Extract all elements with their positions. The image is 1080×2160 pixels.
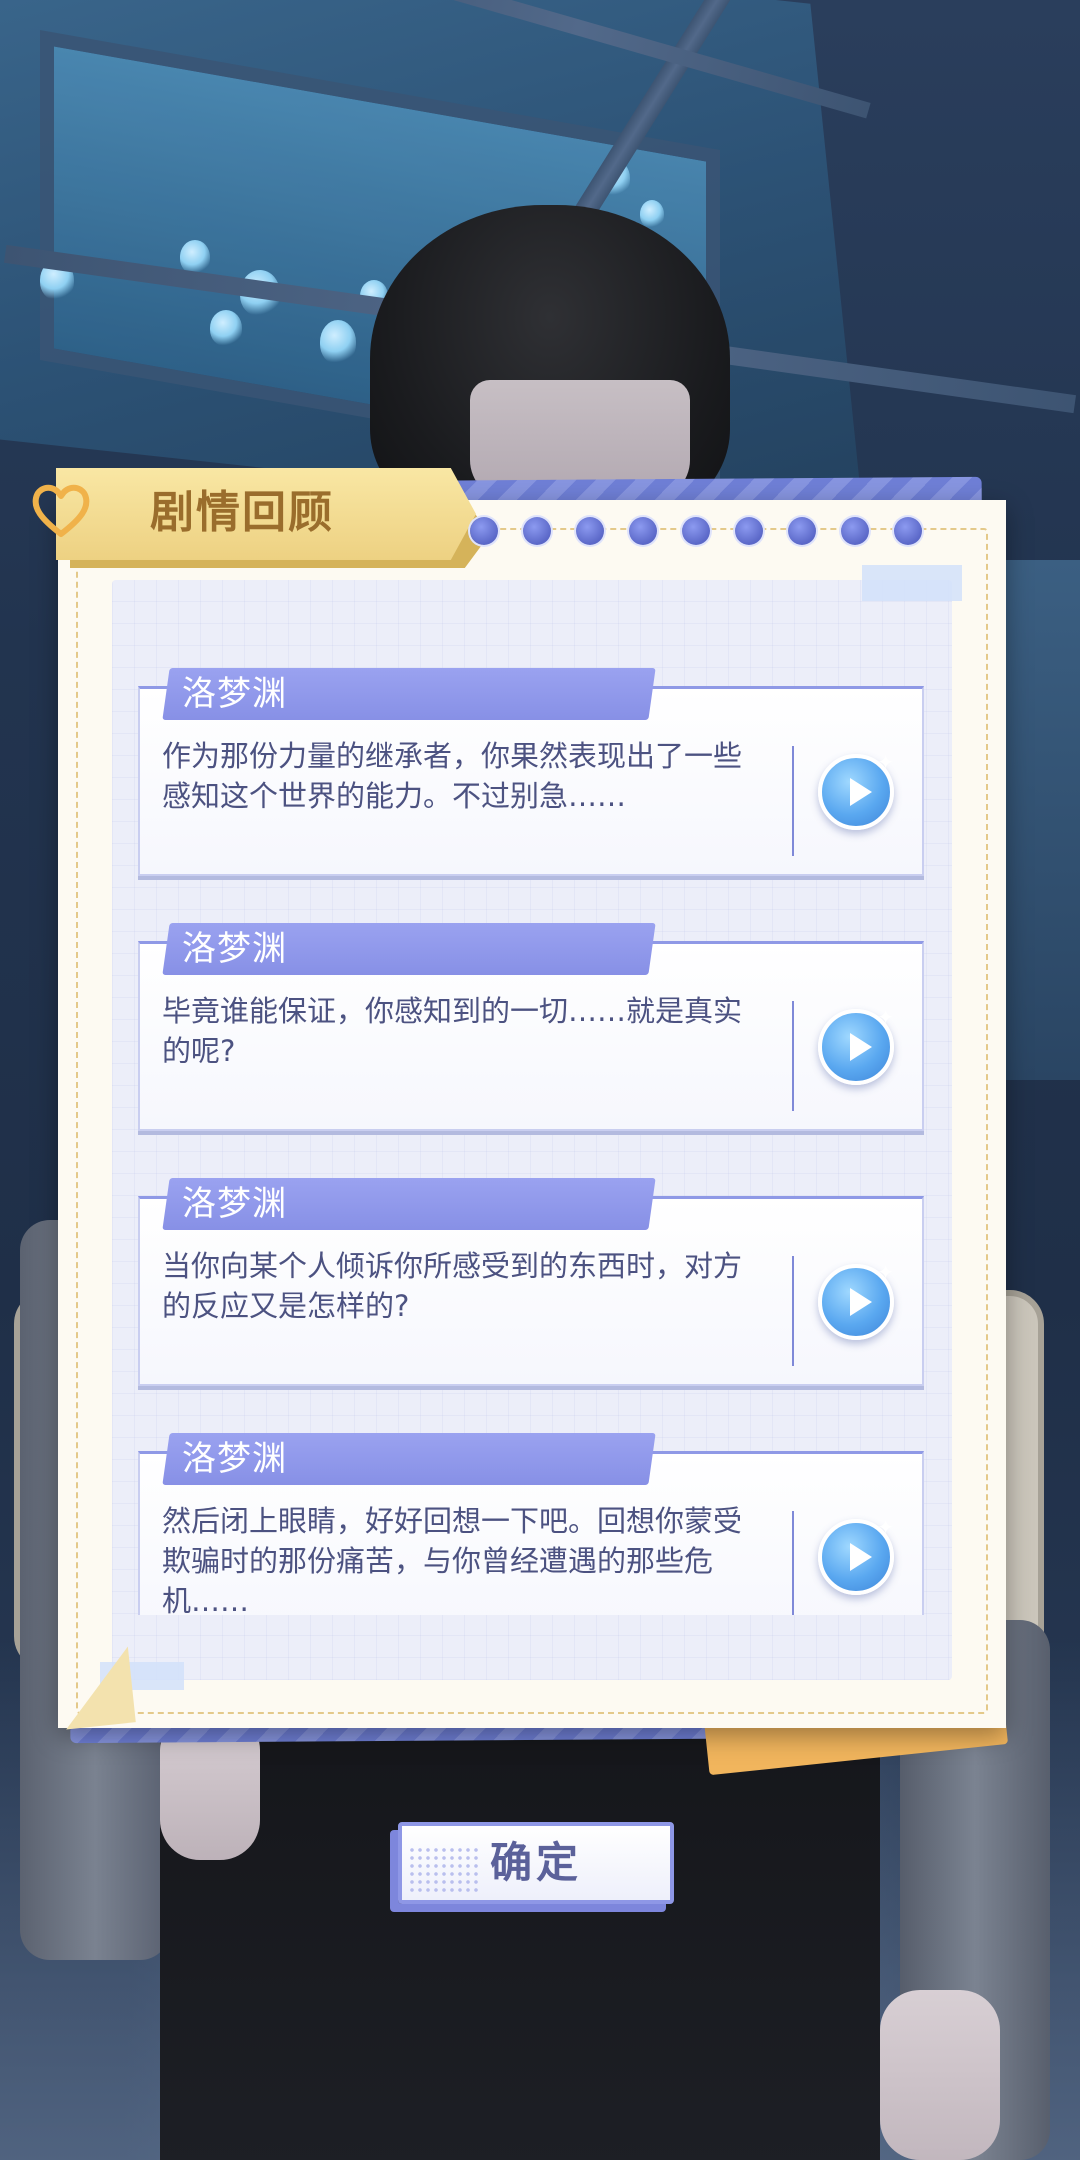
dialogue-entry: 洛梦渊 当你向某个人倾诉你所感受到的东西时，对方的反应又是怎样的? ✦	[138, 1178, 924, 1388]
divider	[792, 746, 794, 856]
dialogue-entry: 洛梦渊 毕竟谁能保证，你感知到的一切……就是真实的呢? ✦	[138, 923, 924, 1133]
confirm-button[interactable]: 确定	[398, 1822, 674, 1904]
sparkle-icon: ✦	[877, 1260, 894, 1284]
play-icon	[850, 1543, 872, 1571]
jellyfish	[320, 320, 356, 364]
dialogue-entry: 洛梦渊 然后闭上眼睛，好好回想一下吧。回想你蒙受欺骗时的那份痛苦，与你曾经遭遇的…	[138, 1433, 924, 1615]
dialog-title: 剧情回顾	[150, 487, 334, 538]
sparkle-icon: ✦	[877, 750, 894, 774]
binder-dot	[470, 517, 498, 545]
binder-dot	[629, 517, 657, 545]
dialogue-text: 作为那份力量的继承者，你果然表现出了一些感知这个世界的能力。不过别急……	[162, 739, 743, 813]
tape-decoration	[862, 565, 962, 601]
dialogue-text: 毕竟谁能保证，你感知到的一切……就是真实的呢?	[162, 994, 743, 1068]
jellyfish	[640, 200, 664, 228]
speaker-name: 洛梦渊	[182, 929, 287, 969]
dialogue-text: 然后闭上眼睛，好好回想一下吧。回想你蒙受欺骗时的那份痛苦，与你曾经遭遇的那些危机…	[162, 1504, 743, 1615]
play-voice-button[interactable]: ✦	[818, 1260, 894, 1340]
play-voice-button[interactable]: ✦	[818, 1005, 894, 1085]
divider	[792, 1001, 794, 1111]
binder-dots	[470, 516, 990, 546]
heart-icon	[32, 484, 90, 537]
binder-dot	[894, 517, 922, 545]
play-icon	[850, 1033, 872, 1061]
binder-dot	[735, 517, 763, 545]
sparkle-icon: ✦	[877, 1515, 894, 1539]
character-hand	[880, 1990, 1000, 2160]
play-voice-button[interactable]: ✦	[818, 750, 894, 830]
binder-dot	[523, 517, 551, 545]
divider	[792, 1511, 794, 1615]
dialogue-text: 当你向某个人倾诉你所感受到的东西时，对方的反应又是怎样的?	[162, 1249, 743, 1323]
speaker-name: 洛梦渊	[182, 674, 287, 714]
binder-dot	[576, 517, 604, 545]
binder-dot	[788, 517, 816, 545]
binder-dot	[841, 517, 869, 545]
play-icon	[850, 1288, 872, 1316]
jellyfish	[210, 310, 242, 346]
corner-fold	[58, 1646, 136, 1730]
dialogue-list[interactable]: 洛梦渊 作为那份力量的继承者，你果然表现出了一些感知这个世界的能力。不过别急………	[130, 660, 930, 1615]
binder-dot	[682, 517, 710, 545]
speaker-name: 洛梦渊	[182, 1184, 287, 1224]
play-voice-button[interactable]: ✦	[818, 1515, 894, 1595]
play-icon	[850, 778, 872, 806]
divider	[792, 1256, 794, 1366]
sparkle-icon: ✦	[877, 1005, 894, 1029]
jellyfish	[180, 240, 210, 274]
speaker-name: 洛梦渊	[182, 1439, 287, 1479]
dialogue-entry: 洛梦渊 作为那份力量的继承者，你果然表现出了一些感知这个世界的能力。不过别急………	[138, 668, 924, 878]
confirm-label: 确定	[489, 1838, 582, 1887]
